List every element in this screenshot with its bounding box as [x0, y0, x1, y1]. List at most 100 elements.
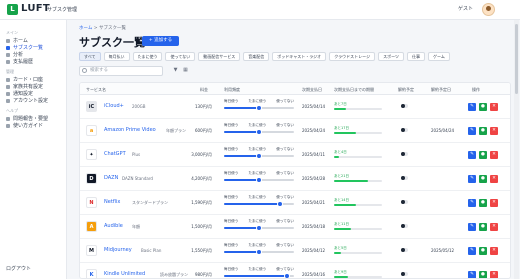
filter-chip[interactable]: すべて: [79, 52, 101, 61]
service-name-link[interactable]: Midjourney: [104, 247, 132, 253]
edit-icon[interactable]: ✎: [468, 271, 476, 278]
filter-chip[interactable]: 動画配信サービス: [198, 52, 241, 61]
usage-knob[interactable]: [256, 129, 262, 135]
sidebar-item[interactable]: 使い方ガイド: [6, 122, 43, 129]
table-row: A Audible 年額 1,500円/月 毎日使う たまに使う 使ってない 2025/04/…: [80, 215, 510, 239]
cancel-toggle[interactable]: [401, 248, 408, 252]
search-input[interactable]: 検索する: [79, 66, 163, 76]
cancel-toggle[interactable]: [401, 128, 408, 132]
edit-icon[interactable]: ✎: [468, 175, 476, 183]
scrollbar[interactable]: [514, 20, 519, 279]
delete-icon[interactable]: ✕: [490, 175, 498, 183]
usage-knob[interactable]: [256, 105, 262, 111]
filter-chip[interactable]: 音楽配信: [243, 52, 270, 61]
edit-icon[interactable]: ✎: [468, 199, 476, 207]
sidebar-item[interactable]: カード・口座: [6, 76, 43, 83]
service-name-link[interactable]: Kindle Unlimited: [104, 271, 145, 277]
sidebar-item[interactable]: アカウント設定: [6, 97, 48, 104]
avatar[interactable]: [482, 3, 495, 16]
service-name-link[interactable]: Audible: [104, 223, 123, 229]
cancel-toggle[interactable]: [401, 176, 408, 180]
delete-icon[interactable]: ✕: [490, 103, 498, 111]
grid-icon[interactable]: ▦: [183, 68, 188, 73]
view-icon[interactable]: ●: [479, 127, 487, 135]
edit-icon[interactable]: ✎: [468, 151, 476, 159]
delete-icon[interactable]: ✕: [490, 223, 498, 231]
usage-slider[interactable]: 毎日使う たまに使う 使ってない: [224, 171, 294, 183]
scroll-thumb[interactable]: [515, 24, 518, 94]
delete-icon[interactable]: ✕: [490, 271, 498, 278]
view-icon[interactable]: ●: [479, 247, 487, 255]
sidebar-item[interactable]: 家族共有設定: [6, 83, 43, 90]
edit-icon[interactable]: ✎: [468, 103, 476, 111]
sidebar-item[interactable]: 支払履歴: [6, 58, 33, 65]
sidebar-item[interactable]: ホーム: [6, 37, 28, 44]
add-subscription-button[interactable]: + 追加する: [142, 36, 179, 46]
usage-slider[interactable]: 毎日使う たまに使う 使ってない: [224, 243, 294, 255]
usage-track[interactable]: [224, 177, 294, 183]
breadcrumb-home[interactable]: ホーム: [79, 26, 92, 31]
delete-icon[interactable]: ✕: [490, 151, 498, 159]
usage-track[interactable]: [224, 225, 294, 231]
edit-icon[interactable]: ✎: [468, 247, 476, 255]
usage-slider[interactable]: 毎日使う たまに使う 使ってない: [224, 147, 294, 159]
filter-chip[interactable]: 仕事: [407, 52, 426, 61]
usage-track[interactable]: [224, 273, 294, 278]
usage-knob[interactable]: [277, 201, 283, 207]
cancel-toggle[interactable]: [401, 104, 408, 108]
view-icon[interactable]: ●: [479, 199, 487, 207]
cancel-toggle[interactable]: [401, 224, 408, 228]
funnel-icon[interactable]: ▼: [173, 68, 178, 73]
usage-slider[interactable]: 毎日使う たまに使う 使ってない: [224, 195, 294, 207]
usage-track[interactable]: [224, 153, 294, 159]
edit-icon[interactable]: ✎: [468, 223, 476, 231]
delete-icon[interactable]: ✕: [490, 127, 498, 135]
usage-knob[interactable]: [284, 273, 290, 278]
service-name-link[interactable]: DAZN: [104, 175, 118, 181]
view-icon[interactable]: ●: [479, 223, 487, 231]
view-icon[interactable]: ●: [479, 271, 487, 278]
logout-link[interactable]: ログアウト: [6, 265, 31, 272]
service-name-link[interactable]: Netflix: [104, 199, 120, 205]
service-fee: 3,000円/月: [191, 152, 212, 157]
cancel-toggle[interactable]: [401, 152, 408, 156]
usage-slider[interactable]: 毎日使う たまに使う 使ってない: [224, 99, 294, 111]
usage-slider[interactable]: 毎日使う たまに使う 使ってない: [224, 219, 294, 231]
view-icon[interactable]: ●: [479, 151, 487, 159]
usage-track[interactable]: [224, 249, 294, 255]
sidebar-item[interactable]: 問題報告・要望: [6, 115, 48, 122]
service-name-link[interactable]: Amazon Prime Video: [104, 127, 156, 133]
service-name-link[interactable]: iCloud+: [104, 103, 124, 109]
sidebar-item[interactable]: サブスク一覧: [6, 44, 43, 51]
sidebar-item[interactable]: 通知設定: [6, 90, 33, 97]
filter-chip[interactable]: 毎月払い: [103, 52, 130, 61]
delete-icon[interactable]: ✕: [490, 199, 498, 207]
filter-chip[interactable]: ポッドキャスト・ラジオ: [272, 52, 327, 61]
filter-chip[interactable]: スポーツ: [378, 52, 405, 61]
sidebar-item[interactable]: 分析: [6, 51, 23, 58]
usage-knob[interactable]: [256, 177, 262, 183]
filter-chip[interactable]: ゲーム: [428, 52, 450, 61]
sidebar-item-label: 使い方ガイド: [13, 123, 44, 129]
usage-slider[interactable]: 毎日使う たまに使う 使ってない: [224, 123, 294, 135]
usage-slider[interactable]: 毎日使う たまに使う 使ってない: [224, 267, 294, 278]
view-icon[interactable]: ●: [479, 103, 487, 111]
filter-chip[interactable]: 使ってない: [165, 52, 196, 61]
usage-labels: 毎日使う たまに使う 使ってない: [224, 171, 294, 176]
usage-knob[interactable]: [256, 153, 262, 159]
table-header: サービス名 料金 利用頻度 次期支払日 次期支払日までの期間 解約予定 解約予定…: [80, 83, 510, 95]
filter-chip[interactable]: クラウドストレージ: [329, 52, 376, 61]
filter-chip[interactable]: たまに使う: [132, 52, 163, 61]
app-logo-text[interactable]: LUFT: [21, 3, 50, 14]
usage-knob[interactable]: [256, 225, 262, 231]
edit-icon[interactable]: ✎: [468, 127, 476, 135]
cancel-toggle[interactable]: [401, 272, 408, 276]
delete-icon[interactable]: ✕: [490, 247, 498, 255]
usage-knob[interactable]: [256, 249, 262, 255]
view-icon[interactable]: ●: [479, 175, 487, 183]
usage-track[interactable]: [224, 105, 294, 111]
usage-track[interactable]: [224, 129, 294, 135]
cancel-toggle[interactable]: [401, 200, 408, 204]
service-name-link[interactable]: ChatGPT: [104, 151, 126, 157]
usage-track[interactable]: [224, 201, 294, 207]
